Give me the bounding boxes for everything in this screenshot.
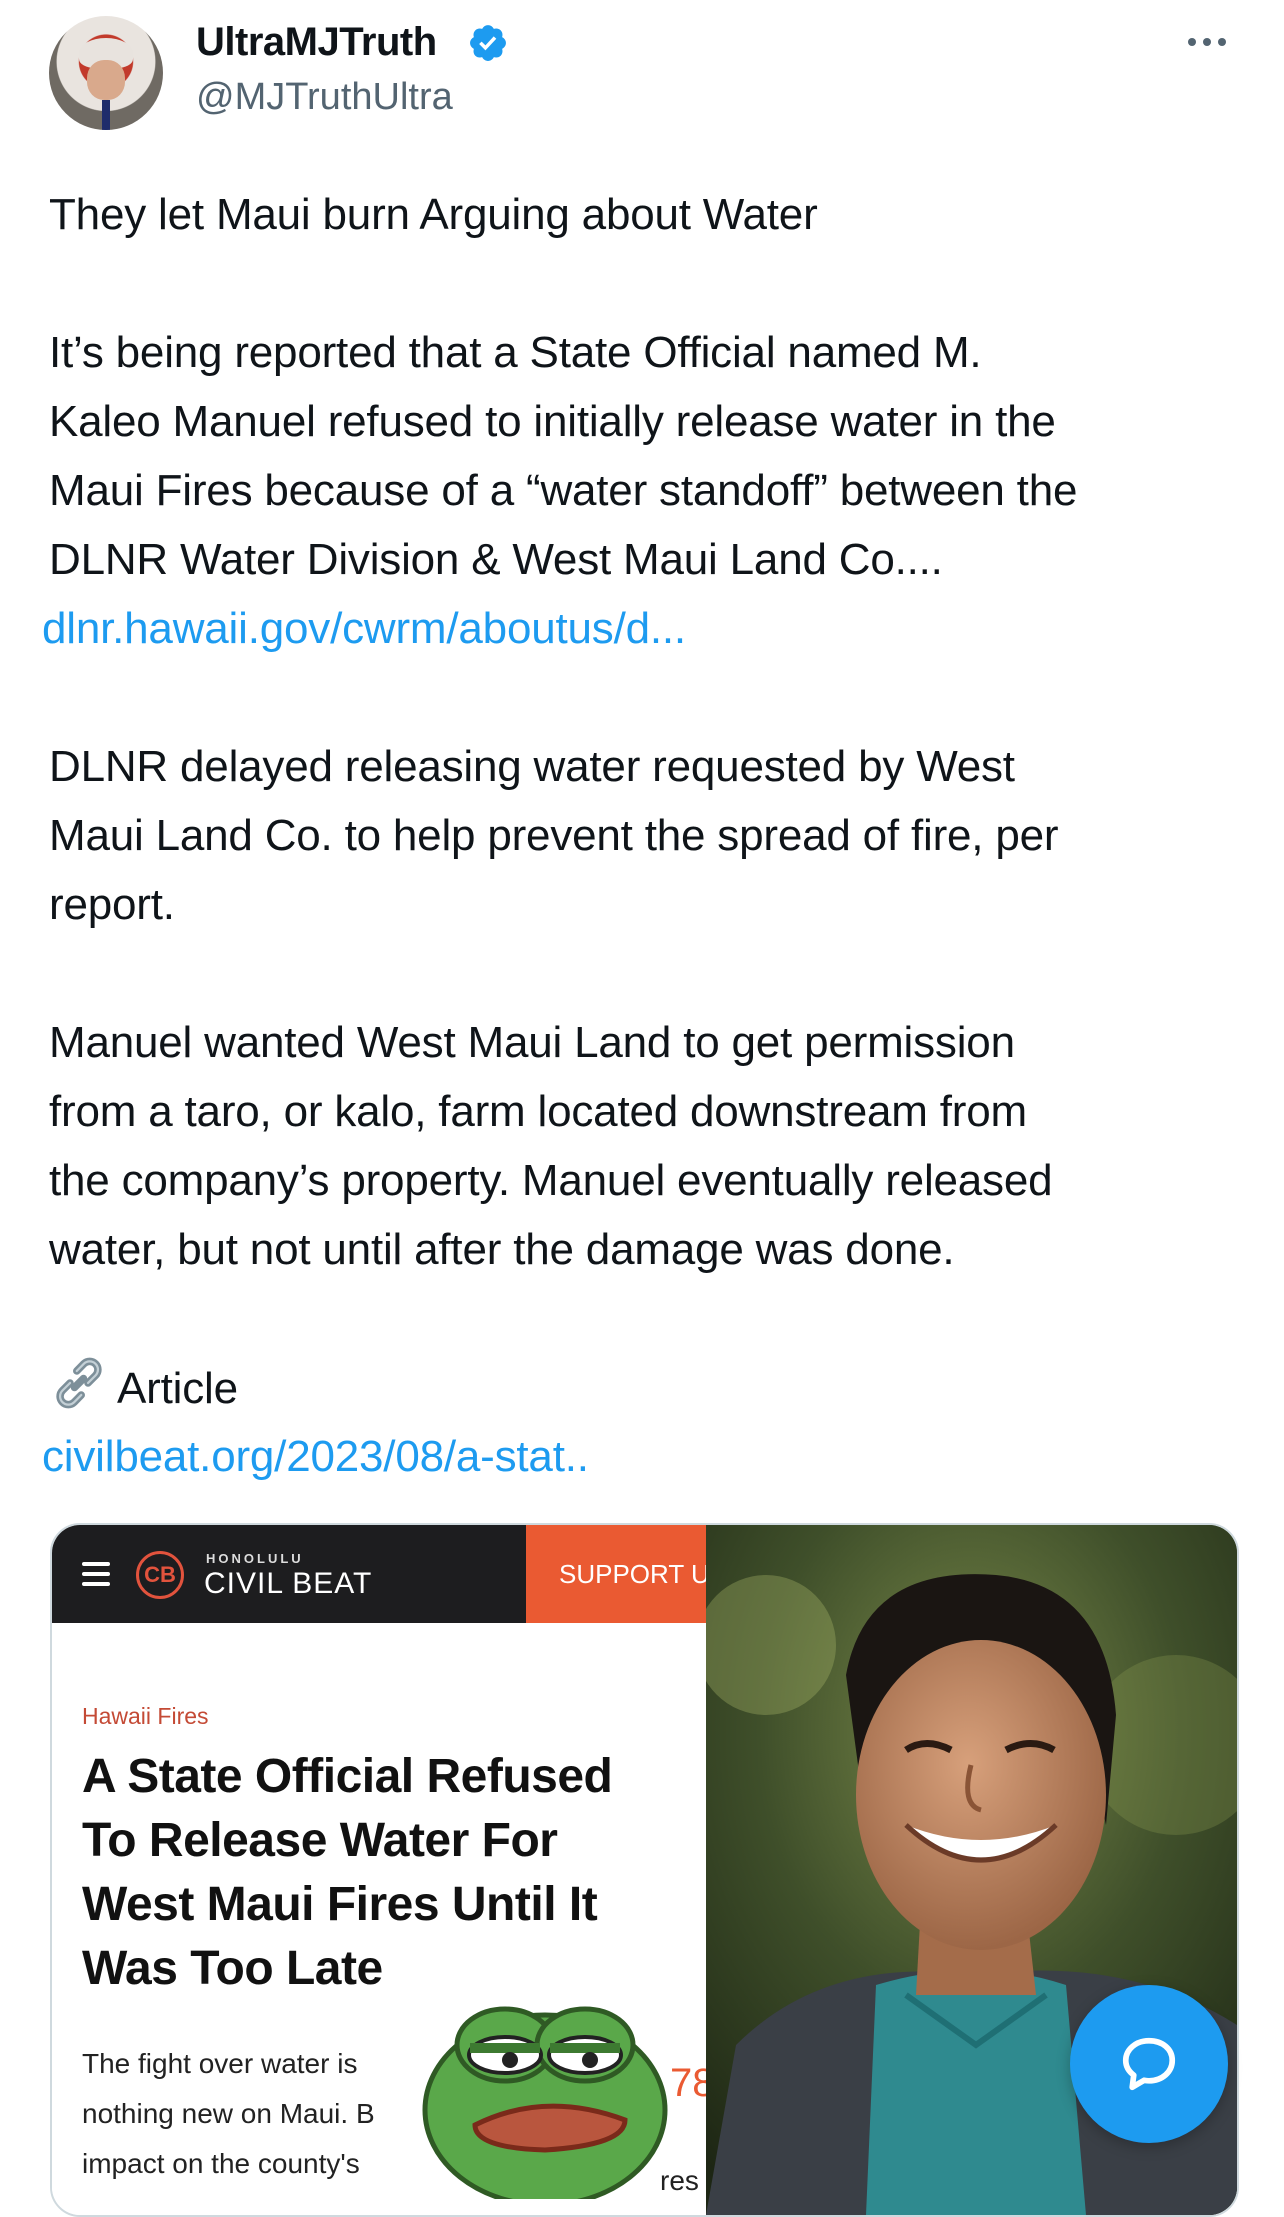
article-line: Article xyxy=(49,1353,1249,1422)
civilbeat-link[interactable]: civilbeat.org/2023/08/a-stat.. xyxy=(42,1422,1249,1491)
tweet-line: They let Maui burn Arguing about Water xyxy=(49,190,818,239)
avatar[interactable] xyxy=(49,16,163,130)
site-small-label: HONOLULU xyxy=(206,1551,304,1566)
headline-line: A State Official Refused xyxy=(82,1750,613,1803)
tweet-line: It’s being reported that a State Officia… xyxy=(49,328,982,377)
civil-beat-logo: CB xyxy=(136,1551,184,1599)
article-kicker: Hawaii Fires xyxy=(82,1703,209,1729)
tweet-line: DLNR delayed releasing water requested b… xyxy=(49,742,1015,791)
tweet-line: water, but not until after the damage wa… xyxy=(49,1225,955,1274)
chat-bubble-icon xyxy=(1122,2037,1176,2091)
handle[interactable]: @MJTruthUltra xyxy=(196,76,453,119)
tweet-line: report. xyxy=(49,880,175,929)
headline-line: West Maui Fires Until It xyxy=(82,1878,598,1931)
civil-beat-header: CB HONOLULU CIVIL BEAT SUPPORT US xyxy=(52,1525,706,1623)
more-options-icon[interactable] xyxy=(1181,22,1233,62)
hamburger-menu-icon xyxy=(82,1562,110,1586)
display-name[interactable]: UltraMJTruth xyxy=(196,20,437,65)
frog-meme-image xyxy=(422,2006,668,2199)
reply-fab-button[interactable] xyxy=(1070,1985,1228,2143)
tweet-line xyxy=(49,249,1249,318)
article-label: Article xyxy=(117,1364,238,1413)
site-name: CIVIL BEAT xyxy=(204,1567,373,1600)
tweet-line: DLNR Water Division & West Maui Land Co.… xyxy=(49,535,943,584)
tweet-line: the company’s property. Manuel eventuall… xyxy=(49,1156,1053,1205)
headline-line: To Release Water For xyxy=(82,1814,558,1867)
tweet-line: from a taro, or kalo, farm located downs… xyxy=(49,1087,1027,1136)
tweet-line: Maui Fires because of a “water standoff”… xyxy=(49,466,1078,515)
verified-badge-icon xyxy=(470,25,506,61)
tweet-text: They let Maui burn Arguing about Water I… xyxy=(42,180,1249,1491)
tweet-line: Maui Land Co. to help prevent the spread… xyxy=(49,811,1059,860)
tweet-line: Kaleo Manuel refused to initially releas… xyxy=(49,397,1056,446)
support-button: SUPPORT US xyxy=(526,1525,706,1623)
dlnr-link[interactable]: dlnr.hawaii.gov/cwrm/aboutus/d... xyxy=(42,594,1249,663)
link-emoji-icon xyxy=(56,1357,102,1409)
tweet-line: Manuel wanted West Maui Land to get perm… xyxy=(49,1018,1015,1067)
